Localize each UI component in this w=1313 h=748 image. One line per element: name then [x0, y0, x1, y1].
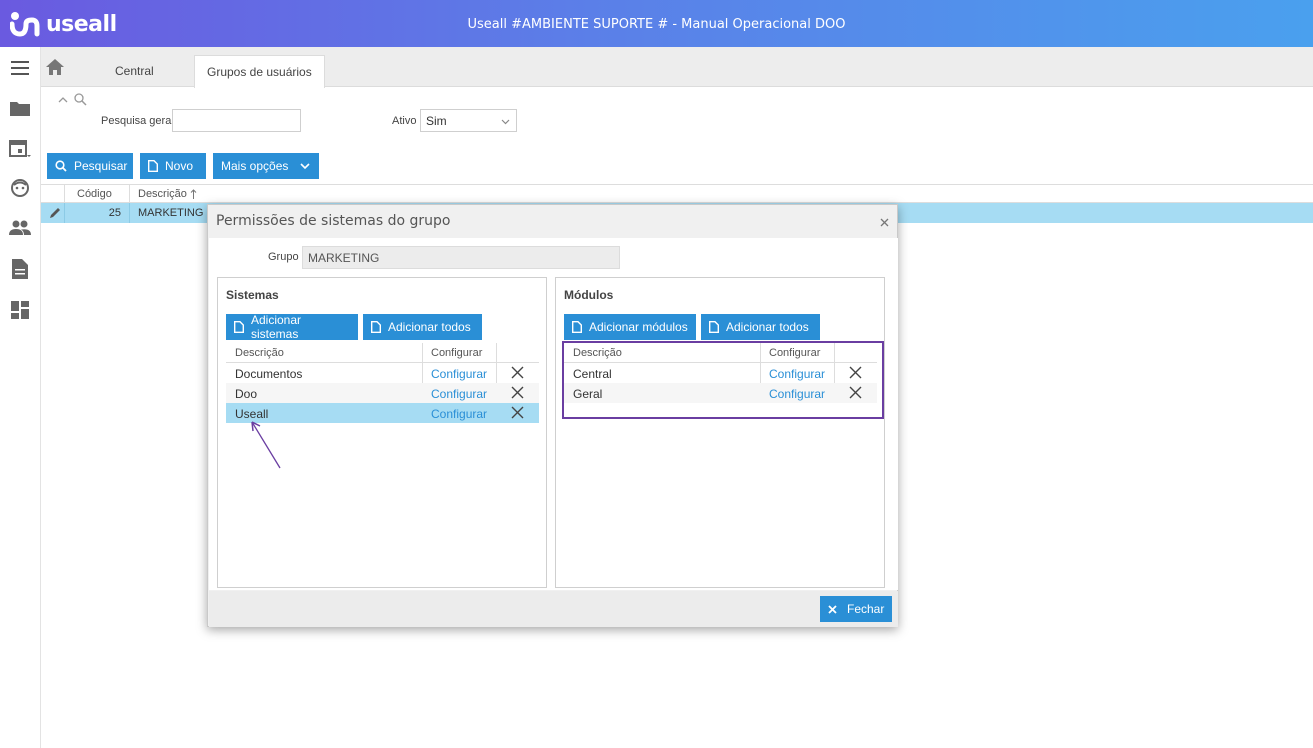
column-codigo[interactable]: Código [77, 188, 112, 200]
people-icon[interactable] [9, 217, 31, 239]
add-all-systems-button[interactable]: Adicionar todos [363, 314, 482, 340]
add-all-modules-button[interactable]: Adicionar todos [701, 314, 820, 340]
column-descricao-label: Descrição [138, 188, 187, 200]
menu-icon[interactable] [9, 57, 31, 79]
row-code: 25 [108, 207, 121, 219]
search-input[interactable] [172, 109, 301, 132]
close-button[interactable]: Fechar [820, 596, 892, 622]
grid-header: Código Descrição [41, 184, 1313, 203]
new-document-icon [371, 321, 381, 333]
chevron-up-icon[interactable] [58, 96, 68, 103]
close-icon[interactable] [880, 215, 889, 230]
add-modules-button[interactable]: Adicionar módulos [564, 314, 696, 340]
configure-link[interactable]: Configurar [431, 367, 487, 381]
modal-footer: Fechar [209, 591, 898, 627]
systems-title: Sistemas [226, 288, 279, 302]
grid-divider [64, 203, 65, 223]
modal-title: Permissões de sistemas do grupo [216, 213, 451, 229]
search-button-label: Pesquisar [74, 159, 128, 173]
dashboard-icon[interactable] [9, 299, 31, 321]
annotation-arrow-icon [251, 421, 281, 469]
tab-bar: Central Grupos de usuários [41, 47, 1313, 88]
active-select-value: Sim [426, 114, 447, 128]
systems-col-config[interactable]: Configurar [431, 347, 482, 359]
systems-table-header: Descrição Configurar [226, 343, 539, 363]
search-button[interactable]: Pesquisar [47, 153, 133, 179]
face-icon[interactable] [9, 177, 31, 199]
search-icon[interactable] [74, 93, 87, 106]
add-all-modules-label: Adicionar todos [726, 320, 809, 334]
annotation-highlight-box [562, 341, 884, 419]
add-modules-label: Adicionar módulos [589, 320, 688, 334]
add-systems-label: Adicionar sistemas [251, 313, 302, 341]
new-button[interactable]: Novo [140, 153, 206, 179]
modules-panel: Módulos Adicionar módulos Adicionar todo… [555, 277, 885, 588]
app-title: Useall #AMBIENTE SUPORTE # - Manual Oper… [467, 17, 846, 32]
active-label: Ativo [392, 115, 417, 127]
add-all-systems-label: Adicionar todos [388, 320, 471, 334]
search-label: Pesquisa geral [101, 115, 174, 127]
new-button-label: Novo [165, 159, 194, 173]
system-description: Doo [235, 387, 258, 401]
search-icon [55, 160, 67, 172]
system-description: Documentos [235, 367, 303, 381]
tab-central[interactable]: Central [103, 55, 166, 88]
folder-icon[interactable] [9, 97, 31, 119]
new-document-icon [709, 321, 719, 333]
close-icon [828, 604, 837, 614]
filter-toggle[interactable] [58, 93, 87, 106]
remove-icon[interactable] [511, 406, 524, 422]
chevron-down-icon [300, 162, 310, 169]
close-button-label: Fechar [847, 602, 885, 616]
remove-icon[interactable] [511, 366, 524, 382]
tab-grupos-de-usuarios[interactable]: Grupos de usuários [194, 55, 325, 88]
left-sidebar [0, 47, 41, 748]
chevron-down-icon [501, 114, 510, 128]
systems-row[interactable]: Doo Configurar [226, 383, 539, 403]
systems-col-description[interactable]: Descrição [235, 347, 284, 359]
configure-link[interactable]: Configurar [431, 407, 487, 421]
top-bar: useall Useall #AMBIENTE SUPORTE # - Manu… [0, 0, 1313, 47]
column-descricao[interactable]: Descrição [138, 188, 197, 200]
systems-panel: Sistemas Adicionar sistemas Adicionar to… [217, 277, 547, 588]
new-document-icon [572, 321, 582, 333]
permissions-modal: Permissões de sistemas do grupo Grupo MA… [207, 204, 898, 627]
home-icon[interactable] [46, 59, 66, 77]
new-document-icon [148, 160, 158, 172]
grid-divider [129, 203, 130, 223]
more-options-button[interactable]: Mais opções [213, 153, 319, 179]
sort-ascending-icon [190, 189, 197, 199]
modules-title: Módulos [564, 288, 614, 302]
grid-divider [64, 185, 65, 203]
document-icon[interactable] [9, 258, 31, 280]
edit-pencil-icon[interactable] [49, 206, 62, 222]
calendar-icon[interactable] [9, 137, 31, 159]
systems-row[interactable]: Documentos Configurar [226, 363, 539, 383]
group-label: Grupo [268, 251, 299, 263]
add-systems-button[interactable]: Adicionar sistemas [226, 313, 358, 341]
remove-icon[interactable] [511, 386, 524, 402]
grid-divider [129, 185, 130, 203]
configure-link[interactable]: Configurar [431, 387, 487, 401]
new-document-icon [234, 321, 244, 333]
active-select[interactable]: Sim [420, 109, 517, 132]
modal-body: Grupo MARKETING Sistemas Adicionar siste… [209, 238, 898, 590]
row-description: MARKETING [138, 207, 204, 219]
group-field: MARKETING [302, 246, 620, 269]
more-options-label: Mais opções [221, 159, 289, 173]
